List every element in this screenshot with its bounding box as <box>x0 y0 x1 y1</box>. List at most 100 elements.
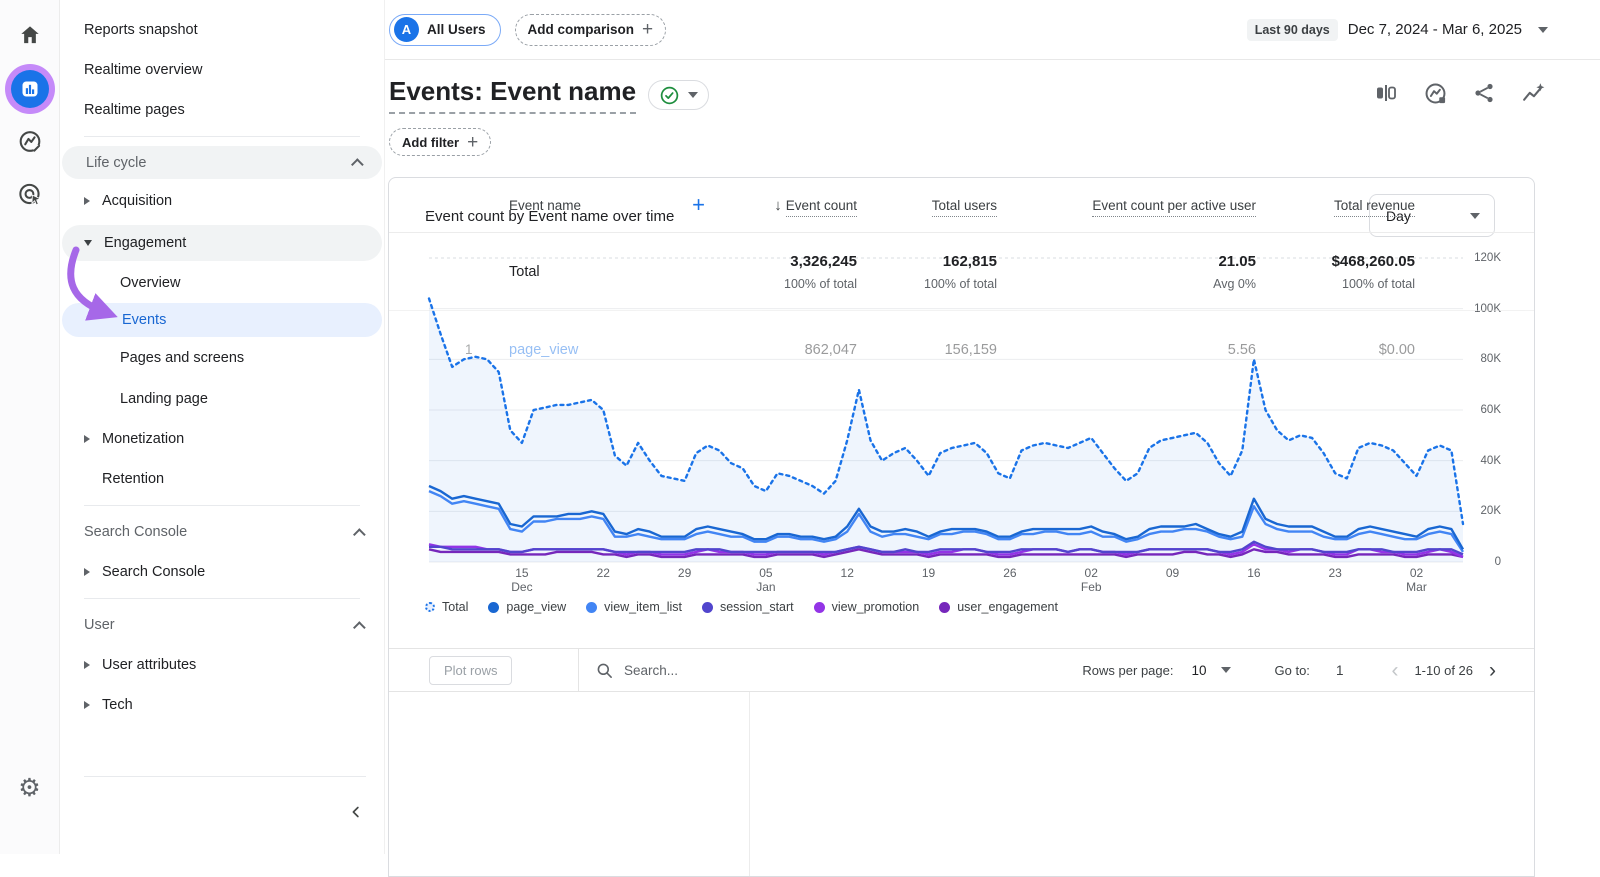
plus-icon: + <box>642 20 653 39</box>
goto-label: Go to: <box>1275 663 1310 678</box>
sidebar-section-user[interactable]: User <box>60 605 384 645</box>
advertising-icon[interactable] <box>17 181 43 207</box>
sidebar-divider <box>84 598 360 599</box>
search-icon <box>595 661 614 680</box>
search-placeholder[interactable]: Search... <box>624 663 678 678</box>
plot-rows-cell: Plot rows <box>389 649 579 691</box>
table-toolbar: Plot rows Search... Rows per page: 10 Go… <box>389 648 1534 692</box>
legend-marker <box>586 602 597 613</box>
sidebar-item-overview[interactable]: Overview <box>60 263 384 303</box>
sidebar-item-search-console[interactable]: Search Console <box>60 552 384 592</box>
sidebar-section-search-console[interactable]: Search Console <box>60 512 384 552</box>
sidebar-item-monetization[interactable]: Monetization <box>60 419 384 459</box>
legend-marker <box>814 602 825 613</box>
sidebar-item-engagement[interactable]: Engagement <box>62 225 382 261</box>
x-axis-label: 19 <box>897 566 961 580</box>
report-status-dropdown[interactable] <box>648 80 709 110</box>
insights-sparkline-icon[interactable] <box>1520 80 1546 106</box>
rows-per-page-value[interactable]: 10 <box>1191 663 1206 678</box>
explore-icon[interactable] <box>17 128 43 154</box>
x-axis-label: 09 <box>1141 566 1205 580</box>
chevron-down-icon <box>84 240 92 246</box>
sidebar-section-life-cycle[interactable]: Life cycle <box>62 146 382 179</box>
insights-time-icon[interactable] <box>1422 80 1448 106</box>
column-header-event-name[interactable]: Event name <box>509 198 581 213</box>
add-comparison-button[interactable]: Add comparison + <box>515 14 667 46</box>
table-search[interactable]: Search... <box>595 661 678 680</box>
chevron-right-icon <box>84 701 90 709</box>
table-row: 1 page_view 862,047 156,159 5.56 $0.00 <box>389 310 1534 388</box>
chart-legend: Total page_view view_item_list session_s… <box>425 600 1058 614</box>
sidebar-item-events[interactable]: Events <box>62 303 382 337</box>
add-dimension-icon[interactable]: + <box>692 194 705 216</box>
total-row-label: Total <box>509 264 749 280</box>
legend-marker <box>702 602 713 613</box>
legend-marker <box>939 602 950 613</box>
chevron-down-icon <box>688 92 698 98</box>
date-preset-chip: Last 90 days <box>1247 19 1338 41</box>
next-page-icon[interactable]: › <box>1489 660 1496 681</box>
sidebar-item-acquisition[interactable]: Acquisition <box>60 179 384 222</box>
row-event-count: 862,047 <box>749 342 857 358</box>
x-axis-label: 16 <box>1222 566 1286 580</box>
chevron-up-icon <box>353 621 366 634</box>
sidebar-item-tech[interactable]: Tech <box>60 685 384 725</box>
row-index: 1 <box>465 342 509 357</box>
previous-page-icon[interactable]: ‹ <box>1391 660 1398 681</box>
chevron-down-icon[interactable] <box>1538 27 1548 33</box>
reports-nav-active-ring[interactable] <box>5 64 55 114</box>
x-axis-label: 29 <box>653 566 717 580</box>
sidebar-item-user-attributes[interactable]: User attributes <box>60 645 384 685</box>
sidebar-item-realtime-pages[interactable]: Realtime pages <box>60 90 384 130</box>
total-per-active-user: 21.05 <box>997 253 1256 270</box>
x-axis-labels: 15Dec222905Jan12192602Feb09162302Mar <box>429 566 1463 600</box>
share-icon[interactable] <box>1471 80 1497 106</box>
chevron-down-icon[interactable] <box>1221 667 1231 673</box>
comparison-bar: A All Users Add comparison + Last 90 day… <box>385 0 1600 60</box>
row-per-active-user: 5.56 <box>997 342 1256 358</box>
sidebar-item-pages-and-screens[interactable]: Pages and screens <box>60 337 384 379</box>
legend-item-total: Total <box>425 600 468 614</box>
column-header-event-count[interactable]: ↓Event count <box>749 197 857 214</box>
settings-gear-icon[interactable]: ⚙ <box>17 775 43 801</box>
legend-item-view-item-list: view_item_list <box>586 600 682 614</box>
all-users-segment-chip[interactable]: A All Users <box>389 14 501 46</box>
add-filter-button[interactable]: Add filter + <box>389 128 491 156</box>
column-header-per-active-user[interactable]: Event count per active user <box>997 198 1256 213</box>
y-axis-label: 60K <box>1481 404 1501 416</box>
chevron-right-icon <box>84 568 90 576</box>
x-axis-label: 22 <box>571 566 635 580</box>
reports-icon[interactable] <box>11 70 49 108</box>
table-header-row: Event name + ↓Event count Total users Ev… <box>389 178 1534 232</box>
chevron-up-icon <box>353 528 366 541</box>
row-total-revenue: $0.00 <box>1256 342 1415 358</box>
table-column-divider <box>749 692 750 876</box>
x-axis-label: 26 <box>978 566 1042 580</box>
home-icon[interactable] <box>17 22 43 48</box>
sidebar-item-landing-page[interactable]: Landing page <box>60 379 384 419</box>
sidebar-item-reports-snapshot[interactable]: Reports snapshot <box>60 10 384 50</box>
total-revenue: $468,260.05 <box>1256 253 1415 270</box>
main-content: A All Users Add comparison + Last 90 day… <box>385 0 1600 854</box>
collapse-sidebar-icon[interactable] <box>342 798 370 826</box>
sidebar-item-retention[interactable]: Retention <box>60 459 384 499</box>
x-axis-label: 12 <box>815 566 879 580</box>
goto-value[interactable]: 1 <box>1336 663 1344 678</box>
event-name-link[interactable]: page_view <box>509 342 578 358</box>
plot-rows-button[interactable]: Plot rows <box>429 656 512 685</box>
column-header-total-users[interactable]: Total users <box>857 198 997 213</box>
chevron-right-icon <box>84 197 90 205</box>
chevron-right-icon <box>84 661 90 669</box>
legend-marker <box>488 602 499 613</box>
legend-item-view-promotion: view_promotion <box>814 600 920 614</box>
sidebar-divider <box>84 776 366 777</box>
plus-icon: + <box>467 133 478 152</box>
chevron-right-icon <box>84 435 90 443</box>
chevron-up-icon <box>351 158 364 171</box>
column-header-total-revenue[interactable]: Total revenue <box>1256 198 1415 213</box>
edit-comparisons-icon[interactable] <box>1373 80 1399 106</box>
report-card: Event count by Event name over time Day … <box>388 177 1535 877</box>
sidebar-item-realtime-overview[interactable]: Realtime overview <box>60 50 384 90</box>
legend-item-page-view: page_view <box>488 600 566 614</box>
legend-item-session-start: session_start <box>702 600 794 614</box>
